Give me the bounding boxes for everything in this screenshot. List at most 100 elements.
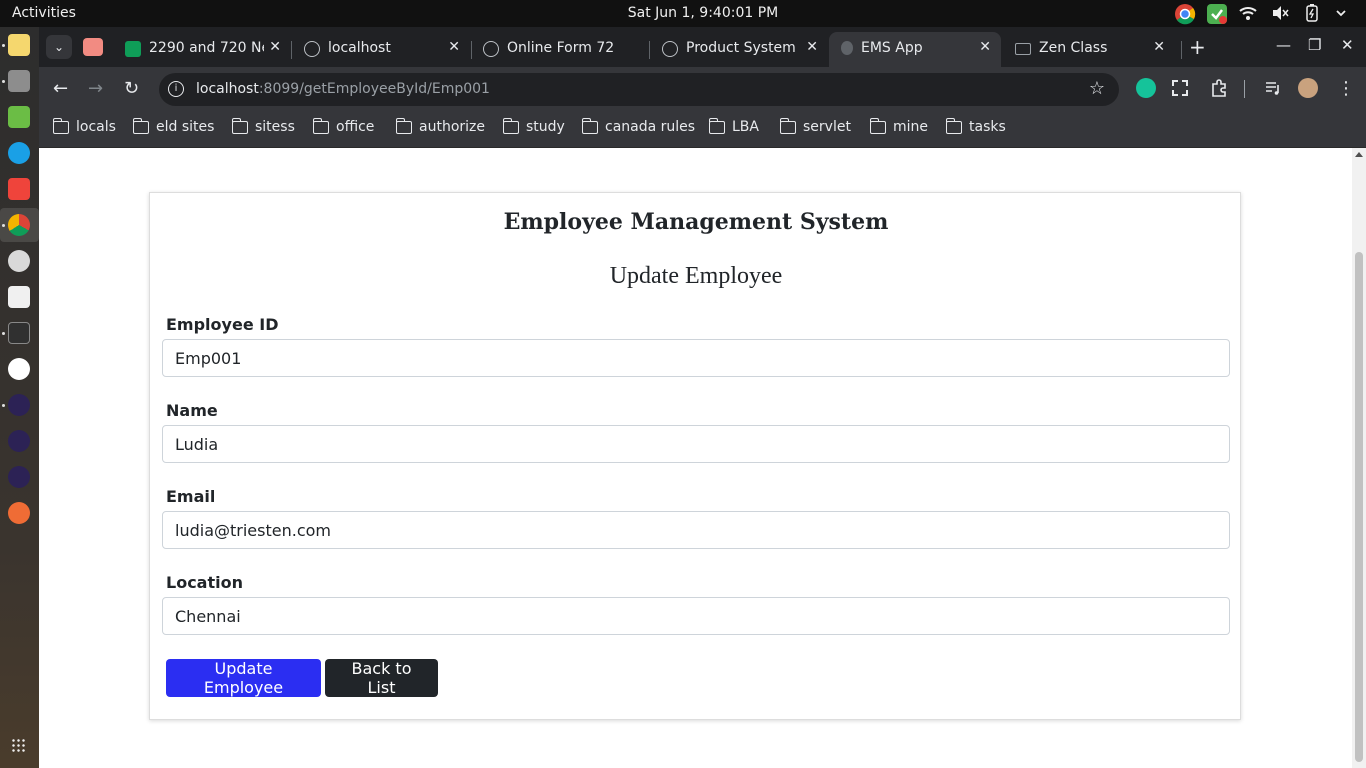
chrome-icon[interactable]	[1174, 3, 1196, 25]
bookmark-folder[interactable]: locals	[52, 117, 116, 135]
scrollbar-thumb[interactable]	[1355, 252, 1363, 762]
browser-toolbar: ← → ↻ i localhost:8099/getEmployeeById/E…	[39, 67, 1366, 112]
google-sheets-icon	[125, 41, 141, 57]
terminal-icon[interactable]	[8, 322, 30, 344]
settings-icon[interactable]	[8, 250, 30, 272]
address-bar[interactable]: i localhost:8099/getEmployeeById/Emp001 …	[159, 73, 1119, 106]
location-label: Location	[166, 573, 243, 592]
bookmark-label: eld sites	[156, 119, 215, 135]
system-top-bar: Activities Sat Jun 1, 9:40:01 PM	[0, 0, 1366, 27]
minimize-icon[interactable]: —	[1276, 36, 1291, 54]
bookmark-folder[interactable]: canada rules	[581, 117, 696, 135]
system-tray[interactable]	[1174, 3, 1356, 25]
vpn-icon[interactable]	[8, 286, 30, 308]
close-icon[interactable]: ✕	[1153, 39, 1165, 55]
close-icon[interactable]: ✕	[806, 39, 818, 55]
screenshot-extension-icon[interactable]	[1172, 80, 1188, 96]
update-employee-button[interactable]: Update Employee	[166, 659, 321, 697]
image-viewer-icon[interactable]	[8, 106, 30, 128]
page-scrollbar[interactable]	[1352, 148, 1366, 768]
form-title: Update Employee	[609, 263, 783, 289]
folder-icon	[52, 117, 69, 134]
update-employee-card: Employee Management System Update Employ…	[149, 192, 1241, 720]
globe-icon	[483, 41, 499, 57]
tab-product-system[interactable]: Product System ✕	[650, 32, 828, 67]
globe-icon	[662, 41, 678, 57]
window-close-icon[interactable]: ✕	[1341, 36, 1354, 54]
tab-search-button[interactable]: ⌄	[46, 35, 72, 59]
bookmark-folder[interactable]: study	[502, 117, 565, 135]
bookmark-folder[interactable]: servlet	[779, 117, 851, 135]
chrome-menu-icon[interactable]: ⋮	[1337, 78, 1355, 99]
bookmark-folder[interactable]: authorize	[395, 117, 485, 135]
close-icon[interactable]: ✕	[979, 39, 991, 55]
eclipse-icon[interactable]	[8, 394, 30, 416]
bookmark-label: servlet	[803, 119, 851, 135]
running-indicator	[2, 44, 5, 47]
tab-title: 2290 and 720 Ne	[149, 40, 264, 56]
folder-icon	[708, 117, 725, 134]
tab-ems-app[interactable]: EMS App ✕	[829, 32, 1001, 67]
text-editor-icon[interactable]	[8, 34, 30, 56]
tab-zen-class[interactable]: Zen Class ✕	[1003, 32, 1175, 67]
maximize-icon[interactable]: ❐	[1308, 36, 1321, 54]
tab-separator	[1181, 41, 1182, 59]
folder-icon	[869, 117, 886, 134]
url-text[interactable]: localhost:8099/getEmployeeById/Emp001	[196, 81, 490, 97]
running-indicator	[2, 332, 5, 335]
bookmark-folder[interactable]: eld sites	[132, 117, 215, 135]
back-arrow-icon[interactable]: ←	[53, 78, 68, 99]
scroll-up-icon[interactable]	[1355, 152, 1363, 157]
pinned-tab[interactable]	[83, 38, 103, 56]
close-icon[interactable]: ✕	[269, 39, 281, 55]
new-tab-button[interactable]: +	[1189, 35, 1206, 59]
close-icon[interactable]: ✕	[448, 39, 460, 55]
bookmark-folder[interactable]: mine	[869, 117, 928, 135]
running-indicator	[2, 224, 5, 227]
app-grid-icon[interactable]	[11, 738, 27, 754]
extensions-puzzle-icon[interactable]	[1209, 78, 1229, 98]
location-input[interactable]	[162, 597, 1230, 635]
update-shield-icon[interactable]	[1206, 3, 1228, 24]
profile-avatar[interactable]	[1298, 78, 1318, 98]
page-viewport: Employee Management System Update Employ…	[39, 148, 1366, 768]
chrome-icon[interactable]	[8, 214, 30, 236]
app-title: Employee Management System	[503, 209, 889, 235]
back-to-list-button[interactable]: Back to List	[325, 659, 438, 697]
name-input[interactable]	[162, 425, 1230, 463]
file-manager-icon[interactable]	[8, 70, 30, 92]
tab-sheets[interactable]: 2290 and 720 Ne ✕	[113, 32, 291, 67]
reload-icon[interactable]: ↻	[124, 78, 139, 99]
bookmark-folder[interactable]: tasks	[945, 117, 1006, 135]
toolbar-divider	[1244, 80, 1245, 98]
forward-arrow-icon[interactable]: →	[88, 78, 103, 99]
skype-icon[interactable]	[8, 142, 30, 164]
volume-muted-icon[interactable]	[1270, 3, 1292, 23]
bookmark-folder[interactable]: office	[312, 117, 374, 135]
system-clock[interactable]: Sat Jun 1, 9:40:01 PM	[0, 5, 1366, 21]
folder-icon	[502, 117, 519, 134]
tab-title: Online Form 720	[507, 40, 613, 56]
employee-id-input[interactable]	[162, 339, 1230, 377]
bookmark-folder[interactable]: LBA	[708, 117, 759, 135]
bookmark-label: canada rules	[605, 119, 696, 135]
tab-online-form[interactable]: Online Form 720	[471, 32, 649, 67]
tab-localhost[interactable]: localhost ✕	[292, 32, 470, 67]
bookmark-star-icon[interactable]: ☆	[1089, 78, 1105, 99]
page-icon	[1015, 43, 1031, 55]
bookmark-folder[interactable]: sitess	[231, 117, 295, 135]
email-input[interactable]	[162, 511, 1230, 549]
battery-icon[interactable]	[1302, 3, 1324, 23]
power-menu-icon[interactable]	[1334, 3, 1356, 23]
grammarly-icon[interactable]	[1136, 78, 1156, 98]
anydesk-icon[interactable]	[8, 178, 30, 200]
wifi-icon[interactable]	[1238, 3, 1260, 23]
site-info-icon[interactable]: i	[168, 81, 184, 97]
mongodb-compass-icon[interactable]	[8, 358, 30, 380]
postman-icon[interactable]	[8, 502, 30, 524]
tab-title: Zen Class	[1039, 40, 1108, 56]
tab-strip: ⌄ 2290 and 720 Ne ✕ localhost ✕ Online F…	[39, 27, 1366, 67]
eclipse-icon[interactable]	[8, 466, 30, 488]
media-control-icon[interactable]	[1263, 78, 1283, 98]
eclipse-icon[interactable]	[8, 430, 30, 452]
